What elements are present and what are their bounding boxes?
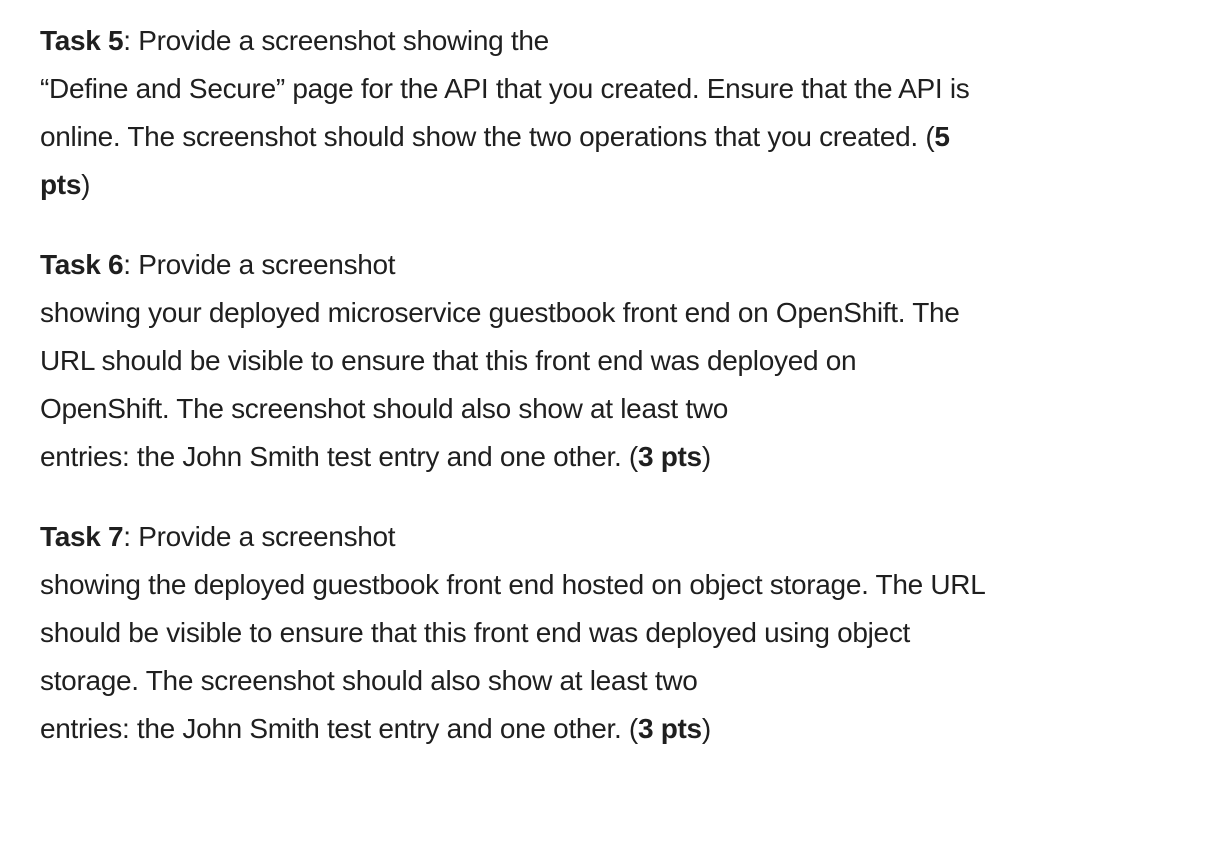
text-span: ) <box>701 713 711 744</box>
text-line: showing the deployed guestbook front end… <box>40 561 1100 609</box>
text-line: Task 6: Provide a screenshot <box>40 241 1100 289</box>
text-line: “Define and Secure” page for the API tha… <box>40 65 1100 113</box>
text-line: storage. The screenshot should also show… <box>40 657 1100 705</box>
text-span: ) <box>81 169 91 200</box>
task-7-paragraph: Task 7: Provide a screenshot showing the… <box>40 513 1100 753</box>
text-line: Task 5: Provide a screenshot showing the <box>40 17 1100 65</box>
text-line: entries: the John Smith test entry and o… <box>40 433 1100 481</box>
points-value: 3 pts <box>637 713 702 744</box>
points-unit: pts <box>40 169 82 200</box>
document-content: Task 5: Provide a screenshot showing the… <box>40 17 1100 785</box>
points-value: 3 pts <box>637 441 702 472</box>
text-span: : Provide a screenshot showing the <box>123 25 549 56</box>
text-line: Task 7: Provide a screenshot <box>40 513 1100 561</box>
text-span: entries: the John Smith test entry and o… <box>40 713 638 744</box>
task-5-heading: Task 5 <box>40 25 124 56</box>
text-span: URL should be visible to ensure that thi… <box>40 345 857 376</box>
task-5-paragraph: Task 5: Provide a screenshot showing the… <box>40 17 1100 209</box>
text-span: showing the deployed guestbook front end… <box>40 569 986 600</box>
text-span: online. The screenshot should show the t… <box>40 121 935 152</box>
text-line: online. The screenshot should show the t… <box>40 113 1100 161</box>
text-span: ) <box>701 441 711 472</box>
text-line: entries: the John Smith test entry and o… <box>40 705 1100 753</box>
text-span: OpenShift. The screenshot should also sh… <box>40 393 729 424</box>
task-7-heading: Task 7 <box>40 521 124 552</box>
text-line: pts) <box>40 161 1100 209</box>
text-span: entries: the John Smith test entry and o… <box>40 441 638 472</box>
text-span: : Provide a screenshot <box>123 249 396 280</box>
text-line: showing your deployed microservice guest… <box>40 289 1100 337</box>
task-6-heading: Task 6 <box>40 249 124 280</box>
task-6-paragraph: Task 6: Provide a screenshot showing you… <box>40 241 1100 481</box>
text-span: should be visible to ensure that this fr… <box>40 617 910 648</box>
text-span: showing your deployed microservice guest… <box>40 297 960 328</box>
text-span: “Define and Secure” page for the API tha… <box>40 73 970 104</box>
text-line: OpenShift. The screenshot should also sh… <box>40 385 1100 433</box>
text-line: should be visible to ensure that this fr… <box>40 609 1100 657</box>
text-span: : Provide a screenshot <box>123 521 396 552</box>
text-line: URL should be visible to ensure that thi… <box>40 337 1100 385</box>
points-value: 5 <box>934 121 950 152</box>
text-span: storage. The screenshot should also show… <box>40 665 698 696</box>
